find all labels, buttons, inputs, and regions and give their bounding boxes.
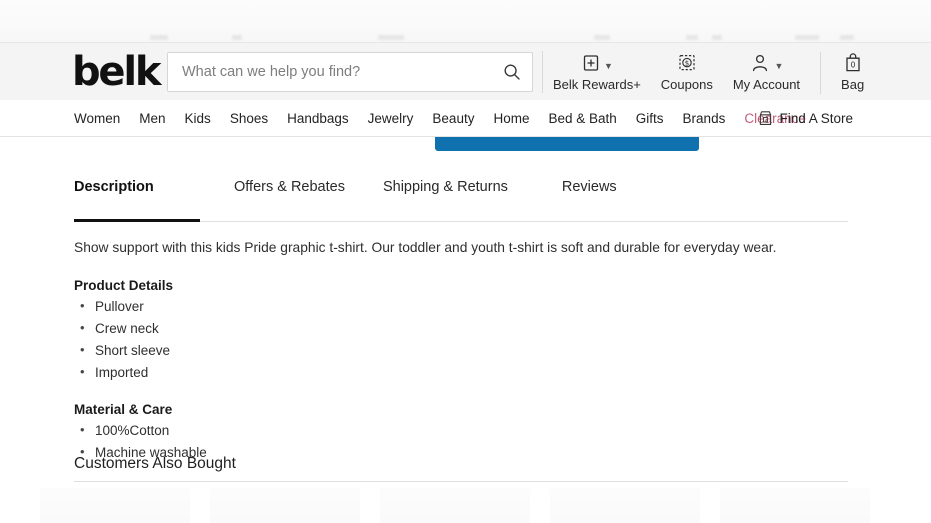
nav-item-home[interactable]: Home [493,111,529,126]
list-item: Crew neck [80,319,931,338]
product-info-section: Description Offers & Rebates Shipping & … [0,152,931,466]
svg-text:$: $ [685,59,689,67]
find-a-store-button[interactable]: Find A Store [758,110,853,126]
nav-item-handbags[interactable]: Handbags [287,111,349,126]
chevron-down-icon: ▼ [603,61,613,71]
tab-reviews[interactable]: Reviews [562,152,617,221]
list-item: 100%Cotton [80,421,931,440]
my-account-label: My Account [732,76,801,92]
bag-label: Bag [841,76,865,92]
search-icon [504,63,520,80]
coupon-dollar-icon: $ [676,52,698,74]
header-actions: ▼ Belk Rewards+ $ Coupons ▼ My Account 0… [543,43,874,101]
tab-shipping-returns[interactable]: Shipping & Returns [383,152,508,221]
product-card[interactable] [720,488,870,523]
nav-item-women[interactable]: Women [74,111,120,126]
belk-rewards-label: Belk Rewards+ [553,76,641,92]
description-intro-text: Show support with this kids Pride graphi… [74,240,777,255]
nav-item-beauty[interactable]: Beauty [432,111,474,126]
add-to-bag-button[interactable] [435,137,699,151]
section-divider [74,481,848,482]
list-item: Short sleeve [80,341,931,360]
search-box [167,51,533,92]
nav-item-bed-bath[interactable]: Bed & Bath [548,111,616,126]
recommended-products-carousel [40,488,870,523]
find-a-store-label: Find A Store [779,110,853,126]
product-card[interactable] [550,488,700,523]
header-divider-2 [820,51,822,94]
product-card[interactable] [380,488,530,523]
nav-item-shoes[interactable]: Shoes [230,111,268,126]
main-navigation: Women Men Kids Shoes Handbags Jewelry Be… [0,100,931,137]
search-submit-button[interactable] [497,57,527,87]
shopping-bag-icon: 0 [842,52,864,74]
store-icon [760,111,772,125]
belk-rewards-button[interactable]: ▼ Belk Rewards+ [543,52,651,92]
bag-count: 0 [850,60,855,69]
product-details-heading: Product Details [74,278,174,293]
product-tabs: Description Offers & Rebates Shipping & … [74,152,848,222]
coupons-label: Coupons [660,76,713,92]
account-person-icon: ▼ [749,52,783,74]
nav-item-brands[interactable]: Brands [683,111,726,126]
my-account-button[interactable]: ▼ My Account [723,52,810,92]
list-item: Pullover [80,297,931,316]
customers-also-bought-title: Customers Also Bought [74,455,236,472]
nav-item-kids[interactable]: Kids [185,111,211,126]
cta-cutoff-strip [0,137,931,152]
bag-button[interactable]: 0 Bag [831,52,874,92]
rewards-card-icon: ▼ [581,52,613,74]
material-care-heading: Material & Care [74,401,173,417]
nav-item-gifts[interactable]: Gifts [636,111,664,126]
nav-item-jewelry[interactable]: Jewelry [368,111,414,126]
product-detail-page: belk ▼ Belk [0,0,931,523]
belk-logo[interactable]: belk [72,52,161,92]
list-item: Imported [80,363,931,382]
product-card[interactable] [40,488,190,523]
product-card[interactable] [210,488,360,523]
chevron-down-icon: ▼ [774,61,784,71]
search-input[interactable] [167,51,533,92]
tab-description[interactable]: Description [74,152,200,222]
top-cutoff-strip [0,0,931,42]
nav-item-men[interactable]: Men [139,111,165,126]
site-header: belk ▼ Belk [0,42,931,100]
nav-link-list: Women Men Kids Shoes Handbags Jewelry Be… [74,111,806,126]
customers-also-bought-section: Customers Also Bought [40,455,870,523]
product-details-list: Pullover Crew neck Short sleeve Imported [80,297,931,382]
coupons-button[interactable]: $ Coupons [651,52,723,92]
tab-offers-rebates[interactable]: Offers & Rebates [234,152,345,221]
